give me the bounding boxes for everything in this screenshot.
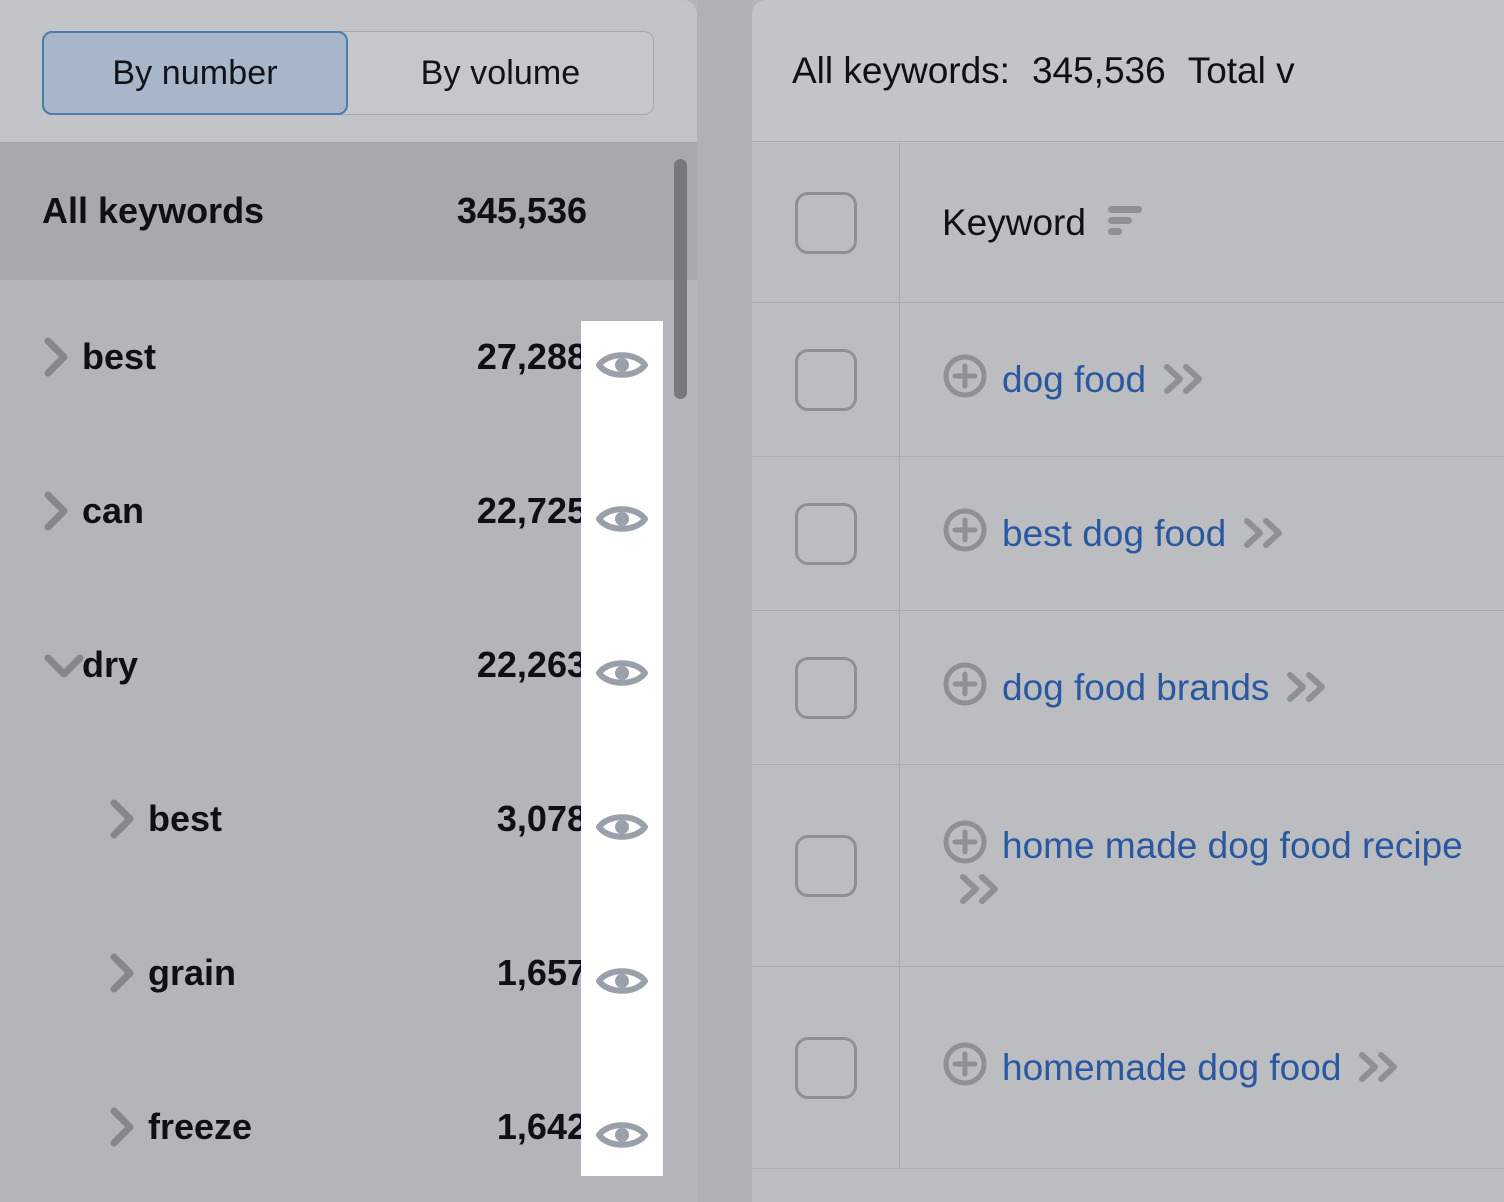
- tree-item-count: 1,657: [497, 952, 587, 994]
- table-row[interactable]: dog food brands: [752, 611, 1504, 765]
- screenshot-root: By number By volume All keywords 345,536…: [0, 0, 1504, 1202]
- tree-item-count: 22,263: [477, 644, 587, 686]
- chevron-right-icon[interactable]: [42, 489, 82, 533]
- keyword-link[interactable]: dog food brands: [1002, 667, 1269, 708]
- sort-mode-segmented-control[interactable]: By number By volume: [42, 31, 654, 115]
- tree-item-label: dry: [82, 644, 138, 686]
- chevron-right-icon[interactable]: [42, 335, 82, 379]
- row-select-cell[interactable]: [752, 967, 900, 1168]
- tree-item-all-keywords[interactable]: All keywords 345,536: [0, 142, 697, 280]
- row-select-cell[interactable]: [752, 457, 900, 610]
- double-chevron-right-icon[interactable]: [1357, 1050, 1401, 1091]
- plus-circle-icon[interactable]: [942, 353, 988, 406]
- keyword-cell: homemade dog food: [900, 967, 1504, 1168]
- row-checkbox[interactable]: [795, 503, 857, 565]
- row-select-cell[interactable]: [752, 303, 900, 456]
- row-checkbox[interactable]: [795, 657, 857, 719]
- keyword-link[interactable]: home made dog food recipe: [1002, 825, 1463, 866]
- select-all-checkbox[interactable]: [795, 192, 857, 254]
- row-checkbox[interactable]: [795, 349, 857, 411]
- table-row[interactable]: best dog food: [752, 457, 1504, 611]
- all-keywords-label: All keywords:: [792, 50, 1010, 92]
- row-select-cell[interactable]: [752, 765, 900, 966]
- eye-icon: [595, 961, 649, 1001]
- plus-circle-icon[interactable]: [942, 1041, 988, 1094]
- all-keywords-value: 345,536: [1032, 50, 1166, 92]
- tree-item-label: All keywords: [42, 190, 264, 232]
- eye-icon: [595, 345, 649, 385]
- table-header-row: Keyword: [752, 143, 1504, 303]
- keyword-groups-panel: By number By volume All keywords 345,536…: [0, 0, 697, 1202]
- chevron-down-icon[interactable]: [42, 650, 82, 680]
- table-row[interactable]: homemade dog food: [752, 967, 1504, 1169]
- double-chevron-right-icon[interactable]: [1162, 362, 1206, 403]
- keyword-cell: dog food: [900, 303, 1504, 456]
- keyword-link[interactable]: dog food: [1002, 359, 1146, 400]
- tree-item-count: 22,725: [477, 490, 587, 532]
- row-checkbox[interactable]: [795, 1037, 857, 1099]
- select-all-cell[interactable]: [752, 143, 900, 303]
- plus-circle-icon[interactable]: [942, 507, 988, 560]
- panel-gap: [697, 0, 752, 1202]
- keyword-link[interactable]: homemade dog food: [1002, 1047, 1341, 1088]
- toggle-visibility-dry-grain[interactable]: [581, 951, 663, 1011]
- chevron-right-icon[interactable]: [108, 951, 148, 995]
- keywords-table-panel: All keywords: 345,536 Total v Keyword: [752, 0, 1504, 1202]
- panel-toolbar: By number By volume: [0, 0, 697, 142]
- double-chevron-right-icon[interactable]: [1242, 516, 1286, 557]
- toggle-by-number[interactable]: By number: [42, 31, 348, 115]
- toggle-visibility-dry-freeze[interactable]: [581, 1105, 663, 1165]
- eye-icon: [595, 807, 649, 847]
- keywords-table: Keyword: [752, 143, 1504, 1202]
- scrollbar-thumb[interactable]: [674, 159, 687, 399]
- row-checkbox[interactable]: [795, 835, 857, 897]
- keyword-link[interactable]: best dog food: [1002, 513, 1226, 554]
- tree-item-count: 1,642: [497, 1106, 587, 1148]
- vertical-scrollbar[interactable]: [671, 142, 689, 1202]
- results-summary: All keywords: 345,536 Total v: [752, 0, 1504, 142]
- tree-item-label: freeze: [148, 1106, 252, 1148]
- plus-circle-icon[interactable]: [942, 661, 988, 714]
- sort-icon[interactable]: [1108, 204, 1146, 241]
- tree-item-label: grain: [148, 952, 236, 994]
- toggle-visibility-can[interactable]: [581, 489, 663, 549]
- tree-item-label: can: [82, 490, 144, 532]
- total-volume-label: Total v: [1188, 50, 1295, 92]
- tree-item-count: 27,288: [477, 336, 587, 378]
- keyword-cell: home made dog food recipe: [900, 765, 1504, 966]
- eye-icon: [595, 1115, 649, 1155]
- row-select-cell[interactable]: [752, 611, 900, 764]
- keyword-cell: best dog food: [900, 457, 1504, 610]
- tree-item-label: best: [148, 798, 222, 840]
- toggle-visibility-dry[interactable]: [581, 643, 663, 703]
- table-row[interactable]: home made dog food recipe: [752, 765, 1504, 967]
- keyword-column-header[interactable]: Keyword: [900, 202, 1504, 244]
- keyword-cell: dog food brands: [900, 611, 1504, 764]
- chevron-right-icon[interactable]: [108, 1105, 148, 1149]
- toggle-visibility-best[interactable]: [581, 335, 663, 395]
- toggle-visibility-dry-best[interactable]: [581, 797, 663, 857]
- keyword-column-label: Keyword: [942, 202, 1086, 244]
- double-chevron-right-icon[interactable]: [958, 872, 1002, 913]
- double-chevron-right-icon[interactable]: [1285, 670, 1329, 711]
- tree-item-count: 345,536: [457, 190, 587, 232]
- table-row[interactable]: dog food: [752, 303, 1504, 457]
- eye-icon: [595, 653, 649, 693]
- tree-item-count: 3,078: [497, 798, 587, 840]
- chevron-right-icon[interactable]: [108, 797, 148, 841]
- eye-icon: [595, 499, 649, 539]
- plus-circle-icon[interactable]: [942, 819, 988, 872]
- tree-item-label: best: [82, 336, 156, 378]
- toggle-by-volume[interactable]: By volume: [348, 32, 653, 114]
